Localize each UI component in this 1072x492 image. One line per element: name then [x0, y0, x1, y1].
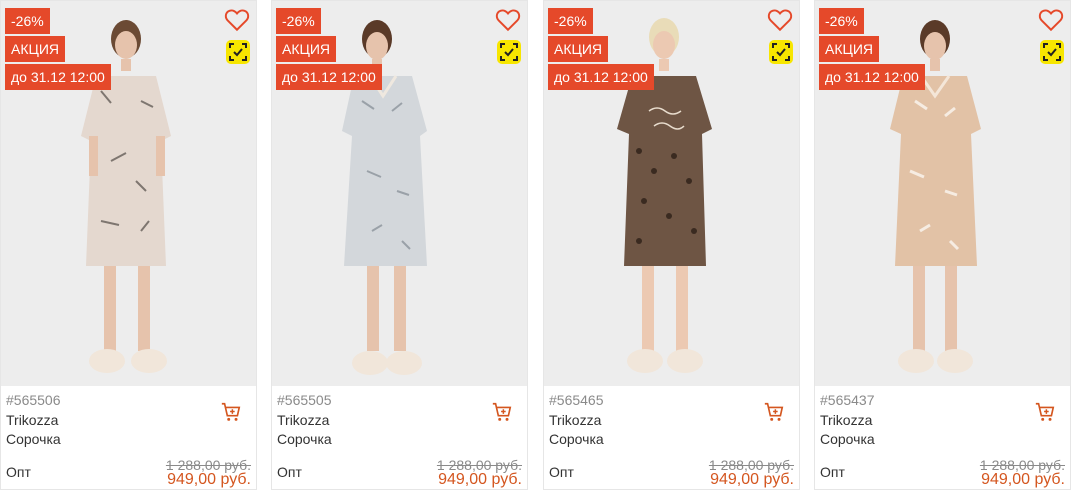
opt-label: Опт: [277, 464, 302, 480]
product-brand[interactable]: Trikozza: [549, 412, 601, 428]
product-brand[interactable]: Trikozza: [820, 412, 872, 428]
promo-badge: АКЦИЯ: [548, 36, 609, 62]
new-price: 949,00 руб.: [438, 471, 522, 488]
promo-badge: АКЦИЯ: [276, 36, 337, 62]
product-card[interactable]: -26% АКЦИЯ до 31.12 12:00 #565465 Trikoz…: [543, 0, 800, 490]
discount-badge: -26%: [548, 8, 593, 34]
product-card[interactable]: -26% АКЦИЯ до 31.12 12:00 #565437 Trikoz…: [814, 0, 1071, 490]
discount-badge: -26%: [5, 8, 50, 34]
discount-badge: -26%: [276, 8, 321, 34]
new-price: 949,00 руб.: [981, 471, 1065, 488]
product-grid: -26% АКЦИЯ до 31.12 12:00 #565506 Trikoz…: [0, 0, 1072, 492]
cart-icon[interactable]: [220, 401, 242, 423]
new-price: 949,00 руб.: [710, 471, 794, 488]
product-sku: #565506: [6, 392, 61, 408]
opt-label: Опт: [549, 464, 574, 480]
product-name[interactable]: Сорочка: [6, 431, 61, 447]
heart-icon[interactable]: [495, 7, 521, 33]
deadline-badge: до 31.12 12:00: [819, 64, 925, 90]
opt-label: Опт: [820, 464, 845, 480]
opt-label: Опт: [6, 464, 31, 480]
heart-icon[interactable]: [224, 7, 250, 33]
product-card[interactable]: -26% АКЦИЯ до 31.12 12:00 #565506 Trikoz…: [0, 0, 257, 490]
product-sku: #565437: [820, 392, 875, 408]
product-card[interactable]: -26% АКЦИЯ до 31.12 12:00 #565505 Trikoz…: [271, 0, 528, 490]
scan-icon: [1040, 40, 1064, 64]
cart-icon[interactable]: [1034, 401, 1056, 423]
product-name[interactable]: Сорочка: [549, 431, 604, 447]
discount-badge: -26%: [819, 8, 864, 34]
scan-icon: [497, 40, 521, 64]
promo-badge: АКЦИЯ: [819, 36, 880, 62]
scan-icon: [226, 40, 250, 64]
promo-badge: АКЦИЯ: [5, 36, 66, 62]
new-price: 949,00 руб.: [167, 471, 251, 488]
product-brand[interactable]: Trikozza: [277, 412, 329, 428]
deadline-badge: до 31.12 12:00: [276, 64, 382, 90]
cart-icon[interactable]: [491, 401, 513, 423]
heart-icon[interactable]: [1038, 7, 1064, 33]
product-brand[interactable]: Trikozza: [6, 412, 58, 428]
cart-icon[interactable]: [763, 401, 785, 423]
product-name[interactable]: Сорочка: [277, 431, 332, 447]
heart-icon[interactable]: [767, 7, 793, 33]
deadline-badge: до 31.12 12:00: [548, 64, 654, 90]
scan-icon: [769, 40, 793, 64]
deadline-badge: до 31.12 12:00: [5, 64, 111, 90]
product-name[interactable]: Сорочка: [820, 431, 875, 447]
product-sku: #565465: [549, 392, 604, 408]
product-sku: #565505: [277, 392, 332, 408]
